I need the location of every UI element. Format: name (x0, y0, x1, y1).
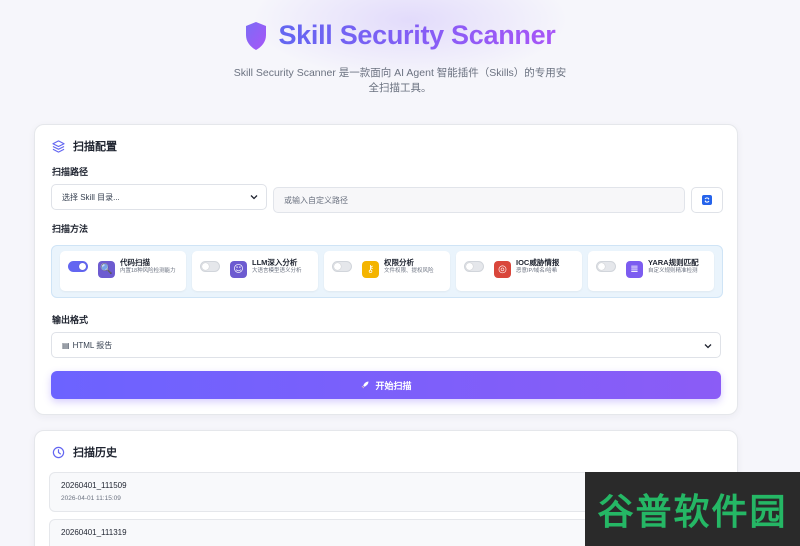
output-format-select[interactable]: ▤ HTML 报告 (51, 332, 721, 358)
scan-history-title: 扫描历史 (73, 447, 117, 459)
scan-config-card: 扫描配置 扫描路径 选择 Skill 目录... 或输入自定义路径 扫描方法 🔍… (34, 124, 738, 415)
scan-history-header: 扫描历史 (52, 444, 117, 460)
method-title: 代码扫描 (120, 258, 150, 267)
start-scan-button[interactable]: 开始扫描 (51, 371, 721, 399)
method-title: YARA规则匹配 (648, 258, 699, 267)
method-yara-rules[interactable]: ≣ YARA规则匹配 自定义规则精准检测 (588, 251, 714, 291)
title-row: Skill Security Scanner (0, 20, 800, 51)
custom-path-input[interactable]: 或输入自定义路径 (273, 187, 685, 213)
method-desc: 文件权限、提权风险 (384, 268, 434, 274)
scan-config-header: 扫描配置 (52, 138, 117, 154)
method-title: IOC威胁情报 (516, 258, 560, 267)
chevron-down-icon (250, 195, 258, 200)
scan-config-title: 扫描配置 (73, 141, 117, 153)
page-subtitle: Skill Security Scanner 是一款面向 AI Agent 智能… (233, 67, 567, 94)
history-item-time: 2026-04-01 11:15:09 (61, 495, 121, 502)
method-toggle[interactable] (596, 261, 616, 272)
method-desc: 内置18种风险检测能力 (120, 268, 176, 274)
clock-icon (52, 446, 65, 458)
output-format-label: 输出格式 (52, 315, 89, 325)
layers-icon (52, 139, 65, 153)
watermark-text: 谷普软件园 (597, 492, 788, 533)
method-desc: 自定义规则精准检测 (648, 268, 698, 274)
watermark-logo: 谷普软件园 (585, 472, 800, 546)
method-toggle[interactable] (464, 261, 484, 272)
start-scan-label: 开始扫描 (375, 380, 412, 391)
output-format-value: HTML 报告 (72, 340, 113, 350)
refresh-button[interactable] (691, 187, 723, 213)
shield-icon (246, 21, 267, 50)
page-title: Skill Security Scanner (278, 20, 556, 50)
custom-path-placeholder: 或输入自定义路径 (284, 195, 348, 205)
robot-icon: ☺ (230, 261, 247, 278)
method-title: LLM深入分析 (252, 258, 298, 267)
refresh-icon (702, 195, 712, 205)
document-icon: ▤ (62, 340, 70, 350)
history-item-name: 20260401_111509 (61, 481, 127, 490)
method-toggle[interactable] (200, 261, 220, 272)
method-permission-analysis[interactable]: ⚷ 权限分析 文件权限、提权风险 (324, 251, 450, 291)
method-title: 权限分析 (384, 258, 414, 267)
skill-dir-select-value: 选择 Skill 目录... (62, 192, 120, 202)
skill-dir-select[interactable]: 选择 Skill 目录... (51, 184, 267, 210)
scan-path-label: 扫描路径 (52, 167, 89, 177)
method-toggle[interactable] (332, 261, 352, 272)
magnifier-icon: 🔍 (98, 261, 115, 278)
method-desc: 恶意IP/域名/哈希 (516, 268, 558, 274)
key-icon: ⚷ (362, 261, 379, 278)
chevron-down-icon (704, 344, 712, 349)
method-llm-analysis[interactable]: ☺ LLM深入分析 大语言模型语义分析 (192, 251, 318, 291)
method-desc: 大语言模型语义分析 (252, 268, 302, 274)
history-item-name: 20260401_111319 (61, 528, 127, 537)
target-icon: ◎ (494, 261, 511, 278)
method-toggle[interactable] (68, 261, 88, 272)
method-code-scan[interactable]: 🔍 代码扫描 内置18种风险检测能力 (60, 251, 186, 291)
method-ioc-intel[interactable]: ◎ IOC威胁情报 恶意IP/域名/哈希 (456, 251, 582, 291)
scan-methods-label: 扫描方法 (52, 224, 89, 234)
rocket-icon (361, 381, 369, 389)
clipboard-icon: ≣ (626, 261, 643, 278)
scan-methods-panel: 🔍 代码扫描 内置18种风险检测能力 ☺ LLM深入分析 大语言模型语义分析 ⚷… (51, 245, 723, 298)
